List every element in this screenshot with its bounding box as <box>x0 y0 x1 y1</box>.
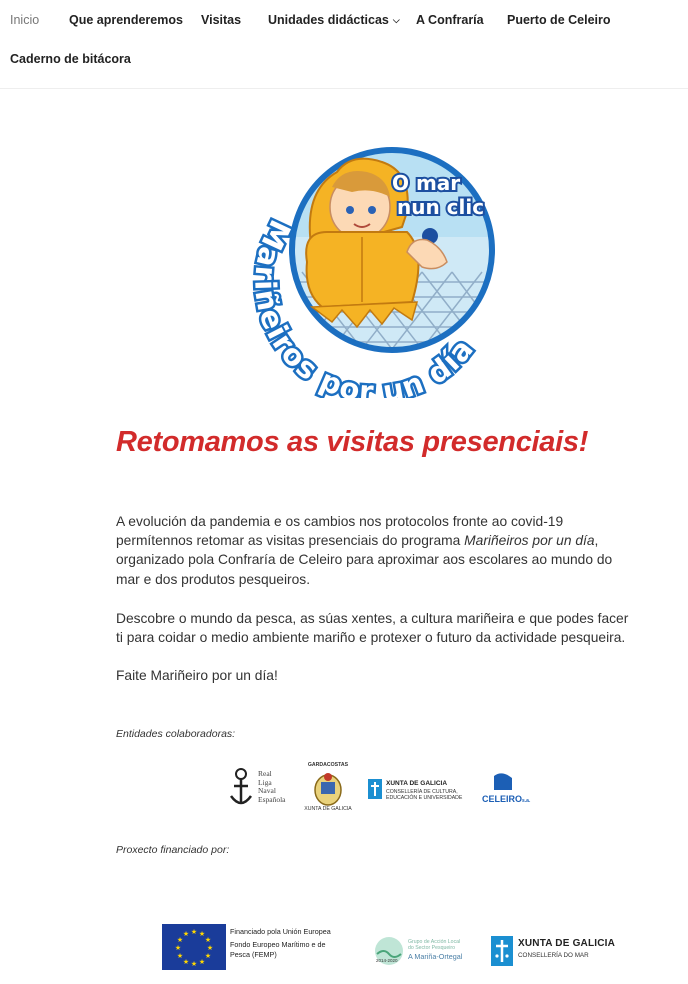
rlne-line-4: Española <box>258 794 286 804</box>
gardacostas-sub: XUNTA DE GALICIA <box>304 806 352 812</box>
celeiro-logo: CELEIROs.a. <box>480 768 530 812</box>
xunta-mar-logo: XUNTA DE GALICIA CONSELLERÍA DO MAR <box>491 936 621 968</box>
celeiro-suffix: s.a. <box>522 798 531 804</box>
nav-item-inicio[interactable]: Inicio <box>10 13 39 27</box>
eu-line-1: Financiado pola Unión Europea <box>230 927 331 936</box>
xunta-mar-sub: CONSELLERÍA DO MAR <box>518 952 589 959</box>
svg-text:★: ★ <box>191 928 197 936</box>
svg-text:★: ★ <box>183 958 189 966</box>
svg-text:★: ★ <box>199 958 205 966</box>
logo-graphic: O mar nun clic Mariñeiros por un día <box>246 147 495 411</box>
marineiros-por-un-dia-logo: O mar nun clic Mariñeiros por un día <box>242 132 498 411</box>
logo-title-line-1: O mar <box>392 171 460 195</box>
nav-item-puerto-de-celeiro[interactable]: Puerto de Celeiro <box>507 13 611 27</box>
svg-text:★: ★ <box>175 944 181 952</box>
logo-title-line-2: nun clic <box>397 195 484 219</box>
celeiro-wordmark: CELEIRO <box>482 794 523 804</box>
nav-item-caderno-de-bitacora[interactable]: Caderno de bitácora <box>10 52 131 66</box>
svg-text:★: ★ <box>205 952 211 960</box>
program-name: Mariñeiros por un día <box>464 533 595 549</box>
celeiro-wave-icon <box>494 773 512 790</box>
rlne-logo: Real Liga Naval Española <box>228 766 300 814</box>
eu-femp-logo: ★ ★ ★ ★ ★ ★ ★ ★ ★ ★ ★ ★ Financiado pola Unión Eu… <box>162 924 352 972</box>
anchor-icon <box>229 768 253 805</box>
collaborators-logos: Real Liga Naval Española GARDACOSTAS XUN… <box>218 758 530 818</box>
svg-text:★: ★ <box>207 944 213 952</box>
galp-marina-ortegal-logo: 2014-2020 Grupo de Acción Local do Secto… <box>374 936 470 968</box>
nav-item-unidades-didacticas[interactable]: Unidades didácticas ⌵ <box>268 13 400 27</box>
gardacostas-name: GARDACOSTAS <box>307 762 349 768</box>
eu-line-3: Pesca (FEMP) <box>230 950 277 959</box>
svg-text:★: ★ <box>205 936 211 944</box>
page-headline: Retomamos as visitas presenciais! <box>116 426 589 458</box>
call-to-action-paragraph: Faite Mariñeiro por un día! <box>116 668 278 683</box>
eu-flag-icon: ★ ★★ ★★★ ★★★ ★★★ <box>162 924 226 970</box>
xunta-cultura-sub2: EDUCACIÓN E UNIVERSIDADE <box>386 795 463 801</box>
xunta-emblem-icon <box>368 779 382 799</box>
discover-paragraph: Descobre o mundo da pesca, as súas xente… <box>116 611 629 646</box>
svg-text:★: ★ <box>191 960 197 968</box>
celeiro-name: CELEIROs.a. <box>482 794 530 804</box>
intro-paragraph: A evolución da pandemia e os cambios nos… <box>116 512 636 589</box>
nav-item-que-aprenderemos[interactable]: Que aprenderemos <box>69 13 183 27</box>
main-navigation: Inicio Que aprenderemos Visitas Unidades… <box>0 0 688 89</box>
nav-item-a-confraria[interactable]: A Confraría <box>416 13 484 27</box>
funding-label: Proxecto financiado por: <box>116 844 230 856</box>
xunta-cultura-title: XUNTA DE GALICIA <box>386 780 448 787</box>
collaborators-label: Entidades colaboradoras: <box>116 728 236 740</box>
chevron-down-icon: ⌵ <box>392 15 400 25</box>
svg-text:★: ★ <box>177 952 183 960</box>
svg-text:★: ★ <box>183 930 189 938</box>
galp-years: 2014-2020 <box>376 958 398 963</box>
gardacostas-logo: GARDACOSTAS XUNTA DE GALICIA <box>304 760 352 814</box>
nav-item-label: Unidades didácticas <box>268 13 389 27</box>
nav-item-visitas[interactable]: Visitas <box>201 13 241 27</box>
xunta-mar-title: XUNTA DE GALICIA <box>518 938 616 949</box>
galp-name: A Mariña-Ortegal <box>408 952 463 961</box>
xunta-mar-emblem-icon <box>491 936 513 966</box>
eu-line-2: Fondo Europeo Marítimo e de <box>230 940 326 949</box>
galp-line-2: do Sector Pesqueiro <box>408 945 456 951</box>
xunta-cultura-logo: XUNTA DE GALICIA CONSELLERÍA DE CULTURA,… <box>368 778 468 802</box>
